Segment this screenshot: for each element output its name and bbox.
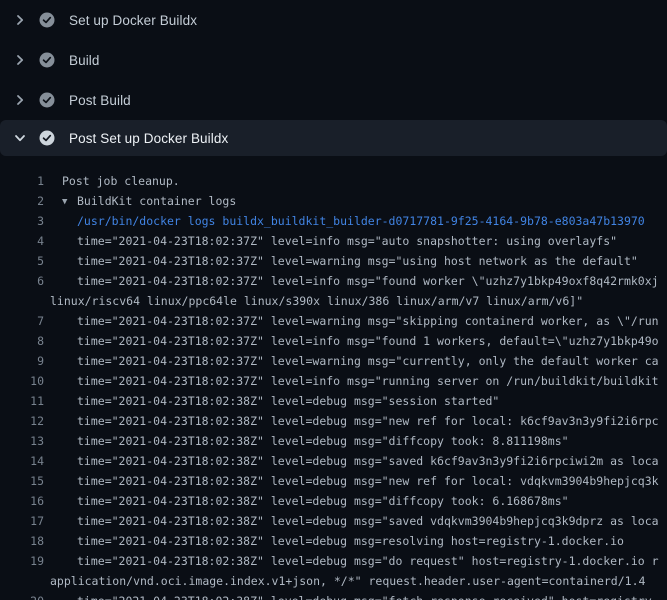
log-line-text: time="2021-04-23T18:02:38Z" level=debug …	[44, 491, 569, 511]
log-line-text: time="2021-04-23T18:02:37Z" level=info m…	[44, 231, 617, 251]
log-line-number[interactable]: 8	[0, 331, 44, 351]
step-row-collapsed[interactable]: Post Build	[0, 80, 667, 120]
log-line: 14 time="2021-04-23T18:02:38Z" level=deb…	[0, 451, 667, 471]
log-line-number[interactable]: 5	[0, 251, 44, 271]
log-line-number[interactable]: 15	[0, 471, 44, 491]
log-line-number[interactable]: 20	[0, 591, 44, 600]
log-line-number[interactable]	[0, 571, 44, 591]
log-line-text: time="2021-04-23T18:02:37Z" level=warnin…	[44, 311, 659, 331]
log-line-number[interactable]	[0, 291, 44, 311]
step-label: Post Build	[69, 93, 131, 108]
log-line: 7 time="2021-04-23T18:02:37Z" level=warn…	[0, 311, 667, 331]
log-line: 17 time="2021-04-23T18:02:38Z" level=deb…	[0, 511, 667, 531]
chevron-right-icon[interactable]	[13, 53, 27, 67]
log-line-text: time="2021-04-23T18:02:38Z" level=debug …	[44, 511, 659, 531]
log-line-number[interactable]: 6	[0, 271, 44, 291]
log-line-number[interactable]: 2	[0, 191, 44, 211]
check-circle-icon	[39, 130, 55, 146]
log-line-number[interactable]: 19	[0, 551, 44, 571]
log-line: 20 time="2021-04-23T18:02:38Z" level=deb…	[0, 591, 667, 600]
log-line-number[interactable]: 7	[0, 311, 44, 331]
log-line-number[interactable]: 11	[0, 391, 44, 411]
log-line: 8 time="2021-04-23T18:02:37Z" level=info…	[0, 331, 667, 351]
check-circle-icon	[39, 52, 55, 68]
log-line-number[interactable]: 9	[0, 351, 44, 371]
chevron-down-icon[interactable]	[13, 131, 27, 145]
log-line-number[interactable]: 12	[0, 411, 44, 431]
step-row-collapsed[interactable]: Set up Docker Buildx	[0, 0, 667, 40]
log-line: 6 time="2021-04-23T18:02:37Z" level=info…	[0, 271, 667, 291]
log-line-text: time="2021-04-23T18:02:37Z" level=info m…	[44, 371, 659, 391]
log-line: 4 time="2021-04-23T18:02:37Z" level=info…	[0, 231, 667, 251]
log-line-text: time="2021-04-23T18:02:38Z" level=debug …	[44, 531, 624, 551]
chevron-right-icon[interactable]	[13, 93, 27, 107]
log-line-number[interactable]: 3	[0, 211, 44, 231]
log-line: 19 time="2021-04-23T18:02:38Z" level=deb…	[0, 551, 667, 571]
log-line: 3 /usr/bin/docker logs buildx_buildkit_b…	[0, 211, 667, 231]
log-line-number[interactable]: 16	[0, 491, 44, 511]
log-line: 16 time="2021-04-23T18:02:38Z" level=deb…	[0, 491, 667, 511]
log-command-text: /usr/bin/docker logs buildx_buildkit_bui…	[44, 211, 645, 231]
check-circle-icon	[39, 92, 55, 108]
step-row-collapsed[interactable]: Build	[0, 40, 667, 80]
log-line-number[interactable]: 17	[0, 511, 44, 531]
log-line-text: time="2021-04-23T18:02:38Z" level=debug …	[44, 411, 659, 431]
step-label: Post Set up Docker Buildx	[69, 131, 228, 146]
log-output: 1 Post job cleanup. 2 ▼BuildKit containe…	[0, 156, 667, 600]
log-line: 1 Post job cleanup.	[0, 171, 667, 191]
log-line: 5 time="2021-04-23T18:02:37Z" level=warn…	[0, 251, 667, 271]
log-line-number[interactable]: 10	[0, 371, 44, 391]
log-line: linux/riscv64 linux/ppc64le linux/s390x …	[0, 291, 667, 311]
log-line: 13 time="2021-04-23T18:02:38Z" level=deb…	[0, 431, 667, 451]
log-line-number[interactable]: 1	[0, 171, 44, 191]
log-line: 12 time="2021-04-23T18:02:38Z" level=deb…	[0, 411, 667, 431]
check-circle-icon	[39, 12, 55, 28]
step-list: Set up Docker Buildx Build P	[0, 0, 667, 120]
step-label: Set up Docker Buildx	[69, 13, 197, 28]
log-group-title: ▼BuildKit container logs	[44, 191, 236, 211]
log-group-toggle[interactable]: 2 ▼BuildKit container logs	[0, 191, 667, 211]
log-line-text: time="2021-04-23T18:02:38Z" level=debug …	[44, 451, 659, 471]
log-line: 18 time="2021-04-23T18:02:38Z" level=deb…	[0, 531, 667, 551]
log-line: application/vnd.oci.image.index.v1+json,…	[0, 571, 667, 591]
log-line-number[interactable]: 18	[0, 531, 44, 551]
log-line-text: Post job cleanup.	[44, 171, 180, 191]
log-line-text: time="2021-04-23T18:02:37Z" level=warnin…	[44, 351, 659, 371]
log-line-text: time="2021-04-23T18:02:37Z" level=warnin…	[44, 251, 638, 271]
log-line-text: time="2021-04-23T18:02:38Z" level=debug …	[44, 471, 659, 491]
log-line-number[interactable]: 14	[0, 451, 44, 471]
log-line-text: time="2021-04-23T18:02:38Z" level=debug …	[44, 391, 499, 411]
log-line-text: time="2021-04-23T18:02:38Z" level=debug …	[44, 591, 659, 600]
log-line: 10 time="2021-04-23T18:02:37Z" level=inf…	[0, 371, 667, 391]
log-line: 15 time="2021-04-23T18:02:38Z" level=deb…	[0, 471, 667, 491]
log-line-text: time="2021-04-23T18:02:37Z" level=info m…	[44, 331, 659, 351]
collapse-triangle-icon[interactable]: ▼	[62, 192, 77, 212]
log-line-text: time="2021-04-23T18:02:38Z" level=debug …	[44, 551, 659, 571]
step-header-expanded[interactable]: Post Set up Docker Buildx	[0, 120, 667, 156]
log-line-text: application/vnd.oci.image.index.v1+json,…	[44, 571, 645, 591]
log-line-text: time="2021-04-23T18:02:37Z" level=info m…	[44, 271, 659, 291]
step-label: Build	[69, 53, 100, 68]
actions-log-viewer: Set up Docker Buildx Build P	[0, 0, 667, 600]
chevron-right-icon[interactable]	[13, 13, 27, 27]
log-line-text: linux/riscv64 linux/ppc64le linux/s390x …	[44, 291, 583, 311]
log-line-number[interactable]: 4	[0, 231, 44, 251]
log-line-number[interactable]: 13	[0, 431, 44, 451]
log-line-text: time="2021-04-23T18:02:38Z" level=debug …	[44, 431, 569, 451]
log-line: 9 time="2021-04-23T18:02:37Z" level=warn…	[0, 351, 667, 371]
log-line: 11 time="2021-04-23T18:02:38Z" level=deb…	[0, 391, 667, 411]
